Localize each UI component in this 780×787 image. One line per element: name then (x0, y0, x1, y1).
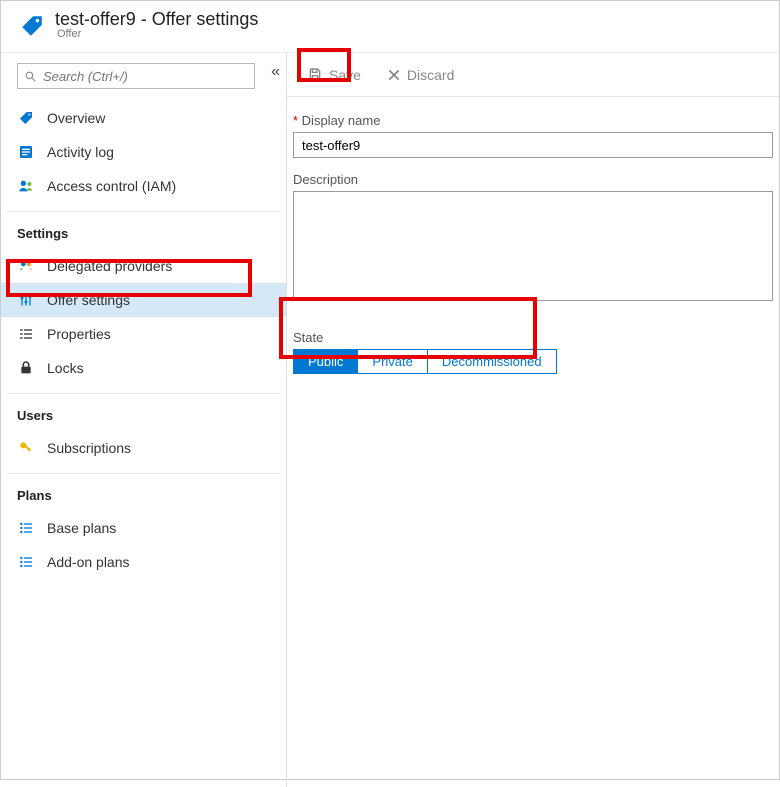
sidebar-item-properties[interactable]: Properties (1, 317, 286, 351)
activity-log-icon (17, 144, 35, 160)
description-textarea[interactable] (293, 191, 773, 301)
section-users-label: Users (1, 394, 286, 431)
sidebar-item-label: Subscriptions (47, 440, 131, 456)
key-icon (17, 440, 35, 456)
sliders-icon (17, 292, 35, 308)
section-plans-label: Plans (1, 474, 286, 511)
description-label: Description (293, 172, 773, 187)
sidebar-item-locks[interactable]: Locks (1, 351, 286, 385)
sidebar-item-base-plans[interactable]: Base plans (1, 511, 286, 545)
field-state: State Public Private Decommissioned (293, 330, 773, 374)
sidebar-item-label: Add-on plans (47, 554, 130, 570)
sidebar-item-delegated-providers[interactable]: Delegated providers (1, 249, 286, 283)
save-icon (307, 67, 323, 83)
people-icon (17, 178, 35, 194)
save-button-label: Save (329, 67, 361, 83)
state-option-decommissioned[interactable]: Decommissioned (428, 350, 556, 373)
displayname-label: Display name (293, 113, 773, 128)
list-icon (17, 520, 35, 536)
content-pane: Save Discard Display name Description St… (287, 53, 779, 787)
sidebar-item-label: Offer settings (47, 292, 130, 308)
form: Display name Description State Public Pr… (287, 97, 779, 390)
sidebar-item-label: Activity log (47, 144, 114, 160)
field-description: Description (293, 172, 773, 306)
sidebar: « Overview Activity log Access control (… (1, 53, 287, 787)
sidebar-item-label: Overview (47, 110, 105, 126)
toolbar: Save Discard (287, 53, 779, 97)
blade-header: test-offer9 - Offer settings Offer (1, 1, 779, 53)
state-label: State (293, 330, 773, 345)
lock-icon (17, 360, 35, 376)
sidebar-item-activity-log[interactable]: Activity log (1, 135, 286, 169)
state-option-private[interactable]: Private (358, 350, 427, 373)
displayname-input[interactable] (293, 132, 773, 158)
search-input-wrap[interactable] (17, 63, 255, 89)
save-button[interactable]: Save (297, 63, 371, 87)
sidebar-item-label: Access control (IAM) (47, 178, 176, 194)
collapse-sidebar-button[interactable]: « (271, 63, 280, 81)
discard-button-label: Discard (407, 67, 454, 83)
tag-icon (17, 110, 35, 126)
sidebar-item-addon-plans[interactable]: Add-on plans (1, 545, 286, 579)
properties-icon (17, 326, 35, 342)
providers-icon (17, 258, 35, 274)
page-title: test-offer9 - Offer settings (55, 9, 258, 30)
nav-plans: Base plans Add-on plans (1, 511, 286, 579)
search-icon (24, 70, 37, 83)
search-input[interactable] (43, 69, 248, 84)
sidebar-item-label: Locks (47, 360, 84, 376)
discard-button[interactable]: Discard (377, 63, 464, 87)
sidebar-item-label: Delegated providers (47, 258, 172, 274)
section-settings-label: Settings (1, 212, 286, 249)
sidebar-item-overview[interactable]: Overview (1, 101, 286, 135)
sidebar-item-access-control[interactable]: Access control (IAM) (1, 169, 286, 203)
list-icon (17, 554, 35, 570)
nav-top: Overview Activity log Access control (IA… (1, 101, 286, 203)
state-toggle-group: Public Private Decommissioned (293, 349, 557, 374)
close-icon (387, 68, 401, 82)
offer-tag-icon (19, 13, 45, 44)
page-subtitle: Offer (57, 28, 258, 40)
field-displayname: Display name (293, 113, 773, 158)
sidebar-item-label: Properties (47, 326, 111, 342)
state-option-public[interactable]: Public (294, 350, 358, 373)
sidebar-item-subscriptions[interactable]: Subscriptions (1, 431, 286, 465)
header-text: test-offer9 - Offer settings Offer (55, 9, 258, 40)
nav-users: Subscriptions (1, 431, 286, 465)
sidebar-item-label: Base plans (47, 520, 116, 536)
sidebar-item-offer-settings[interactable]: Offer settings (1, 283, 286, 317)
nav-settings: Delegated providers Offer settings Prope… (1, 249, 286, 385)
